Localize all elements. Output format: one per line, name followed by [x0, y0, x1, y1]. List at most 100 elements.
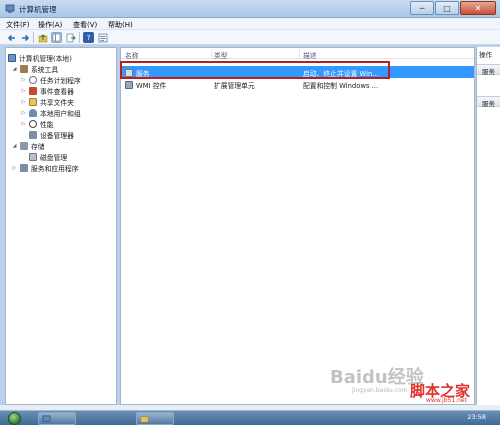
- list-cell-name: WMI 控件: [125, 80, 211, 90]
- forward-icon: [21, 34, 29, 41]
- tree-item-label: 事件查看器: [40, 87, 74, 96]
- actions-pane: 操作 服务 服务: [476, 47, 500, 405]
- column-header-name[interactable]: 名称: [125, 50, 139, 60]
- computer-management-icon: [5, 4, 15, 13]
- menu-help[interactable]: 帮助(H): [108, 20, 133, 30]
- up-button[interactable]: [37, 32, 48, 43]
- tree-item-storage[interactable]: ◢ 存储: [11, 140, 45, 151]
- tree-item-label: 系统工具: [31, 65, 59, 74]
- list-cell-type: 扩展管理单元: [214, 82, 255, 90]
- clock-icon: [29, 75, 37, 84]
- storage-icon: [20, 141, 28, 150]
- annotation-highlight-box: [120, 61, 390, 79]
- back-button[interactable]: [6, 32, 17, 43]
- tree-item-label: 本地用户和组: [40, 109, 81, 118]
- tree-item-disk-management[interactable]: 磁盘管理: [29, 151, 67, 162]
- tree-item-label: 磁盘管理: [40, 153, 68, 162]
- expand-icon[interactable]: ▷: [20, 109, 27, 116]
- column-divider[interactable]: [211, 49, 212, 58]
- list-cell-name-text: WMI 控件: [136, 82, 167, 90]
- jb51-watermark-url: www.jb51.net: [426, 397, 467, 404]
- menu-view[interactable]: 查看(V): [73, 20, 97, 30]
- tree-item-label: 服务和应用程序: [31, 164, 79, 173]
- expand-icon[interactable]: ▷: [20, 98, 27, 105]
- tree-item-device-manager[interactable]: 设备管理器: [29, 129, 74, 140]
- shared-folder-icon: [29, 97, 37, 106]
- window-title: 计算机管理: [19, 5, 57, 14]
- export-list-icon: [66, 33, 76, 42]
- help-button[interactable]: ?: [83, 32, 94, 43]
- tree-item-label: 性能: [40, 120, 54, 129]
- menu-file[interactable]: 文件(F): [6, 20, 30, 30]
- disk-icon: [29, 152, 37, 161]
- minimize-button[interactable]: ─: [410, 1, 434, 15]
- device-manager-icon: [29, 130, 37, 139]
- help-icon: ?: [87, 33, 91, 42]
- folder-icon: [140, 416, 149, 423]
- taskbar: 23:58: [0, 410, 500, 425]
- baidu-watermark-url: jingyan.baidu.com: [352, 387, 408, 394]
- tree-item-label: 共享文件夹: [40, 98, 74, 107]
- actions-section-services[interactable]: 服务: [477, 64, 500, 76]
- column-header-description[interactable]: 描述: [303, 50, 317, 60]
- column-divider[interactable]: [299, 49, 300, 58]
- tree-item-performance[interactable]: ▷ 性能: [20, 118, 54, 129]
- actions-title: 操作: [479, 51, 492, 59]
- console-tree: 计算机管理(本地) ◢ 系统工具 ▷ 任务计划程序 ▷ 事件查看器 ▷ 共享文件…: [5, 47, 117, 405]
- users-icon: [29, 108, 37, 117]
- forward-button[interactable]: [19, 32, 30, 43]
- collapse-icon[interactable]: ◢: [11, 65, 18, 72]
- expand-icon[interactable]: ▷: [20, 76, 27, 83]
- maximize-button[interactable]: □: [435, 1, 459, 15]
- show-hide-tree-icon: [52, 33, 61, 42]
- column-header-type[interactable]: 类型: [214, 50, 228, 60]
- tree-item-shared-folders[interactable]: ▷ 共享文件夹: [20, 96, 74, 107]
- properties-button[interactable]: [97, 32, 108, 43]
- toolbar-separator: [33, 32, 34, 43]
- event-viewer-icon: [29, 86, 37, 95]
- actions-section-services-item[interactable]: 服务: [477, 96, 500, 108]
- back-icon: [7, 34, 15, 41]
- tree-item-label: 任务计划程序: [40, 76, 81, 85]
- computer-icon: [8, 53, 16, 62]
- taskbar-app-computer-management[interactable]: [38, 412, 76, 425]
- toolbar: ?: [0, 30, 500, 45]
- svg-text:?: ?: [87, 33, 91, 42]
- taskbar-app-explorer[interactable]: [136, 412, 174, 425]
- expand-icon[interactable]: ▷: [11, 164, 18, 171]
- wmi-control-icon: [125, 81, 133, 89]
- menu-action[interactable]: 操作(A): [38, 20, 62, 30]
- tree-item-local-users[interactable]: ▷ 本地用户和组: [20, 107, 81, 118]
- list-row-wmi[interactable]: WMI 控件 扩展管理单元 配置和控制 Windows ...: [121, 78, 474, 90]
- show-hide-tree-button[interactable]: [51, 32, 62, 43]
- performance-icon: [29, 119, 37, 128]
- expand-icon[interactable]: ▷: [20, 87, 27, 94]
- title-bar: 计算机管理 ─ □ ✕: [0, 0, 500, 18]
- actions-section-label: 服务: [482, 68, 495, 76]
- system-clock: 23:58: [467, 413, 486, 421]
- expand-icon[interactable]: ▷: [20, 120, 27, 127]
- actions-section-label: 服务: [482, 100, 495, 108]
- toolbar-separator: [79, 32, 80, 43]
- tree-item-system-tools[interactable]: ◢ 系统工具: [11, 63, 58, 74]
- results-list: 名称 类型 描述 服务 启动、终止并设置 Win... WMI 控件 扩展管理单…: [120, 47, 475, 405]
- tree-item-services-apps[interactable]: ▷ 服务和应用程序: [11, 162, 79, 173]
- tree-item-task-scheduler[interactable]: ▷ 任务计划程序: [20, 74, 81, 85]
- close-button[interactable]: ✕: [460, 1, 496, 15]
- tools-icon: [20, 64, 28, 73]
- tree-item-label: 设备管理器: [40, 131, 74, 140]
- menu-bar: 文件(F) 操作(A) 查看(V) 帮助(H): [0, 18, 500, 30]
- computer-management-icon: [42, 415, 51, 422]
- window-controls: ─ □ ✕: [409, 1, 496, 16]
- tree-item-event-viewer[interactable]: ▷ 事件查看器: [20, 85, 74, 96]
- up-folder-icon: [38, 33, 47, 42]
- export-button[interactable]: [65, 32, 76, 43]
- tree-item-label: 存储: [31, 142, 45, 151]
- list-header: 名称 类型 描述: [121, 48, 474, 60]
- collapse-icon[interactable]: ◢: [11, 142, 18, 149]
- start-button[interactable]: [8, 412, 21, 425]
- properties-icon: [98, 33, 107, 42]
- tree-item-root[interactable]: 计算机管理(本地): [8, 52, 72, 63]
- services-apps-icon: [20, 163, 28, 172]
- list-cell-description: 配置和控制 Windows ...: [303, 82, 379, 90]
